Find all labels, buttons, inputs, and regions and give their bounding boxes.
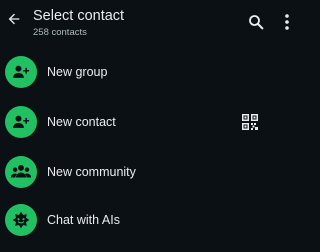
new-group-item[interactable]: New group xyxy=(0,48,300,96)
new-contact-item[interactable]: New contact xyxy=(0,98,300,146)
group-add-icon xyxy=(13,65,30,78)
search-icon xyxy=(249,15,264,30)
more-options-button[interactable] xyxy=(280,12,294,32)
arrow-left-icon xyxy=(8,13,20,25)
new-community-item[interactable]: New community xyxy=(0,148,300,196)
contact-count: 258 contacts xyxy=(33,27,87,38)
title-block: Select contact 258 contacts xyxy=(33,8,124,39)
chat-with-ais-avatar xyxy=(5,204,37,236)
ai-chat-icon xyxy=(12,211,30,229)
new-group-label: New group xyxy=(47,65,108,79)
qr-code-button[interactable] xyxy=(241,113,259,131)
chat-with-ais-label: Chat with AIs xyxy=(47,213,120,227)
more-vertical-icon xyxy=(285,14,289,30)
new-contact-avatar xyxy=(5,106,37,138)
qr-code-icon xyxy=(242,114,258,130)
top-app-bar: Select contact 258 contacts xyxy=(0,0,300,46)
community-icon xyxy=(10,164,32,178)
page-title: Select contact xyxy=(33,8,125,24)
search-button[interactable] xyxy=(246,12,266,32)
new-contact-label: New contact xyxy=(47,115,116,129)
chat-with-ais-item[interactable]: Chat with AIs xyxy=(0,196,300,244)
select-contact-screen: Select contact 258 contacts New group Ne… xyxy=(0,0,300,252)
back-button[interactable] xyxy=(4,9,24,29)
new-group-avatar xyxy=(5,56,37,88)
new-community-avatar xyxy=(5,156,37,188)
person-add-icon xyxy=(13,115,30,128)
new-community-label: New community xyxy=(47,165,136,179)
